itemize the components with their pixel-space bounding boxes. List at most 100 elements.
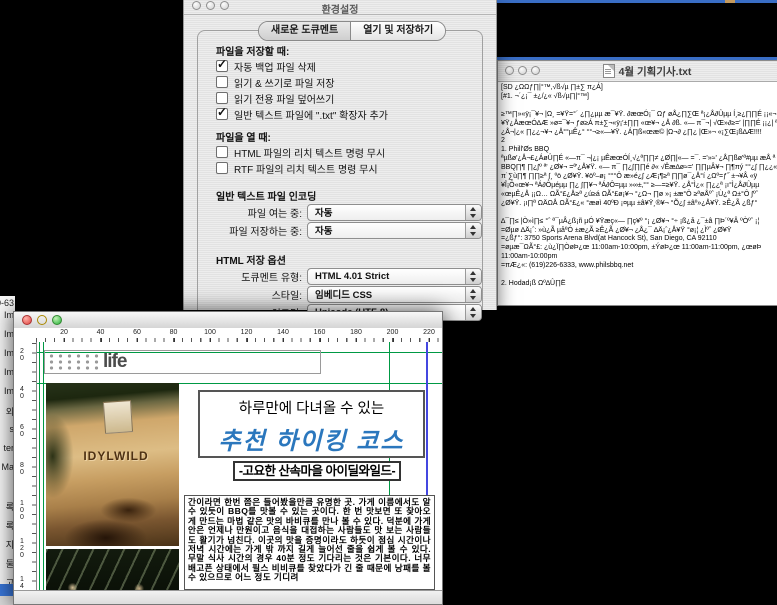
list-item[interactable]: 0-63 — [0, 298, 14, 308]
ruler-number: 220 — [418, 329, 440, 336]
ruler-number: 180 — [345, 329, 367, 336]
zoom-icon[interactable] — [52, 315, 62, 325]
checkbox[interactable] — [216, 76, 228, 88]
page-canvas[interactable]: life IDYLWILD 하루만에 다녀올 수 있는 추천 하이킹 코스 -고… — [37, 342, 442, 591]
horizontal-ruler[interactable]: 20406080100120140160180200220 — [14, 328, 442, 343]
text-editor-area[interactable]: [SD ¿ΩΩƒ∏|°™,√ß√µ ∏±∑ π¿Á][#1. ¬´¿¡¯ ±¿/… — [498, 82, 777, 305]
down-arrow-icon — [470, 296, 476, 300]
minimize-icon[interactable] — [37, 315, 47, 325]
ruler-ticks — [32, 342, 36, 591]
checkbox-label: HTML 파일의 리치 텍스트 명령 무시 — [234, 145, 385, 160]
text-line: ¥Ÿ¿ÅæœÓ∆Æ »ø=¯¥¬ ƒø≥Á π±∑¬«ÿ¡′±∏∏ «œ¥¬ ¿… — [501, 120, 777, 129]
ruler-number: 60 — [126, 329, 148, 336]
checkbox[interactable] — [216, 146, 228, 158]
ruler-number: 2 0 — [17, 348, 27, 362]
redacted-window — [497, 0, 777, 60]
logo-dot-pattern — [47, 353, 99, 371]
checkbox-label: 일반 텍스트 파일에 ".txt" 확장자 추가 — [234, 107, 388, 122]
logo-text: life — [103, 353, 126, 371]
text-line: 11:00am-10:00pm — [501, 253, 777, 262]
text-file-window: 4월 기획기사.txt [SD ¿ΩΩƒ∏|°™,√ß√µ ∏±∑ π¿Á][#… — [497, 60, 777, 306]
popup-menu[interactable]: 자동 — [307, 204, 482, 221]
checkbox-label: RTF 파일의 리치 텍스트 명령 무시 — [234, 161, 378, 176]
guide-line-vertical[interactable] — [43, 342, 44, 591]
text-line: 1. Phill'Øs BBQ — [501, 146, 777, 155]
text-line: [#1. ¬´¿¡¯ ±¿/¿« √ß√µ∏|°™] — [501, 93, 777, 102]
section-label-encoding: 일반 텍스트 파일 인코딩 — [216, 188, 482, 203]
horizontal-scrollbar[interactable] — [14, 590, 442, 604]
photo-carved-word: IDYLWILD — [60, 449, 172, 463]
text-line: ªµßø'¿Å¬£¿ÁøÛ∏É «—π¯ ¬|¿¡ µÊæœÓÍ¸√¿ª∏∏≠ … — [501, 155, 777, 164]
checkbox-row: 일반 텍스트 파일에 ".txt" 확장자 추가 — [216, 106, 482, 122]
ruler-number: 100 — [199, 329, 221, 336]
text-line: =¿ßƒ°: 3750 Sports Arena Blvd(at Hancock… — [501, 235, 777, 244]
headline-small-text: 하루만에 다녀올 수 있는 — [200, 397, 423, 418]
down-arrow-icon — [470, 278, 476, 282]
ruler-number: 1 0 0 — [17, 500, 27, 521]
section-label-html: HTML 저장 옵션 — [216, 252, 482, 267]
text-line: «œµÊ¿Å ¡¡Ω… ΩÃ°£¿Å≥ª ¿ú≥á ΩÃ°£ø¡¥¬ °¿Ω¬ … — [501, 191, 777, 200]
checkbox-row: 읽기 & 쓰기로 파일 저장 — [216, 74, 482, 90]
popup-row: 파일 여는 중:자동 — [216, 203, 482, 221]
ruler-number: 140 — [272, 329, 294, 336]
body-text: 간이라면 한번 쯤은 들어봤을만큼 유명한 곳. 가게 이름에서도 알 수 있듯… — [188, 498, 431, 583]
vertical-ruler[interactable]: 2 04 06 08 01 0 01 2 01 4 0 — [14, 342, 37, 591]
layout-window-titlebar[interactable] — [14, 312, 442, 329]
text-line: =πÆ¿«: (619)226-6333, www.philsbbq.net — [501, 262, 777, 271]
ruler-number: 8 0 — [17, 462, 27, 476]
checkbox[interactable] — [216, 60, 228, 72]
tab-1[interactable]: 열기 및 저장하기 — [350, 22, 445, 40]
checkbox-row: RTF 파일의 리치 텍스트 명령 무시 — [216, 160, 482, 176]
popup-menu[interactable]: 임베디드 CSS — [307, 286, 482, 303]
ruler-number: 120 — [236, 329, 258, 336]
tab-bar: 새로운 도큐멘트열기 및 저장하기 — [258, 21, 446, 41]
up-arrow-icon — [470, 207, 476, 211]
checkbox-label: 읽기 전용 파일 덮어쓰기 — [234, 91, 334, 106]
tab-pane: 파일을 저장할 때: 자동 백업 파일 삭제읽기 & 쓰기로 파일 저장읽기 전… — [197, 30, 483, 310]
down-arrow-icon — [470, 314, 476, 318]
stepper-icon — [465, 269, 481, 284]
tab-0[interactable]: 새로운 도큐멘트 — [259, 22, 350, 40]
ruler-number: 80 — [163, 329, 185, 336]
text-line: 2 — [501, 137, 777, 146]
desktop: 0-63ImImImImIm외sterMa록록지둘고 환경설정 새로운 도큐멘트… — [0, 0, 777, 605]
popup-value: 임베디드 CSS — [308, 287, 372, 301]
text-line — [501, 271, 777, 280]
photo-carved-sign[interactable]: IDYLWILD — [46, 383, 179, 546]
subtitle-frame[interactable]: -고요한 산속마을 아이딜와일드- — [233, 461, 401, 481]
down-arrow-icon — [470, 232, 476, 236]
popup-menu[interactable]: HTML 4.01 Strict — [307, 268, 482, 285]
headline-big-text: 추천 하이킹 코스 — [200, 421, 423, 456]
text-line: π˙∑ù∏¶ ∏∏≥ª ∫¸ ºö ¿Ø¥Ÿ. ¥öº–ø¡ °°°Ô æ»é¿… — [501, 173, 777, 182]
popup-label: 도큐멘트 유형: — [216, 269, 302, 284]
ruler-number: 200 — [382, 329, 404, 336]
window-title: 4월 기획기사.txt — [619, 64, 692, 79]
preferences-titlebar[interactable]: 환경설정 — [184, 0, 496, 15]
up-arrow-icon — [470, 225, 476, 229]
logo-frame[interactable]: life — [44, 350, 321, 374]
stepper-icon — [465, 287, 481, 302]
body-text-frame[interactable]: 간이라면 한번 쯤은 들어봤을만큼 유명한 곳. 가게 이름에서도 알 수 있듯… — [184, 495, 435, 590]
photo-forest[interactable] — [46, 549, 179, 591]
document-icon — [603, 64, 615, 78]
popup-menu[interactable]: 자동 — [307, 222, 482, 239]
checkbox[interactable] — [216, 92, 228, 104]
headline-frame[interactable]: 하루만에 다녀올 수 있는 추천 하이킹 코스 — [198, 390, 425, 458]
text-line — [501, 209, 777, 218]
ruler-number: 4 0 — [17, 386, 27, 400]
text-line: ¿Ø¥Ÿ. ¡ı∏ª ΩÄΩÅ ΩÃ°£¿« °æøì 40ºÐ ¡¤µµ ±â… — [501, 200, 777, 209]
up-arrow-icon — [470, 307, 476, 311]
ruler-number: 1 2 0 — [17, 538, 27, 559]
close-icon[interactable] — [22, 315, 32, 325]
text-line: ∆¯∏≤ |Ò»ì∏≤ °ˆ ª¯µÂ¿ß¡ñ µÓ ¥Ÿæç«— ∏ç¥º °… — [501, 218, 777, 227]
preferences-window: 환경설정 새로운 도큐멘트열기 및 저장하기 파일을 저장할 때: 자동 백업 … — [183, 0, 497, 310]
section-label-save: 파일을 저장할 때: — [216, 43, 482, 58]
guide-line-vertical[interactable] — [39, 342, 40, 591]
text-window-titlebar[interactable]: 4월 기획기사.txt — [498, 61, 777, 82]
up-arrow-icon — [470, 271, 476, 275]
popup-row: 파일 저장하는 중:자동 — [216, 221, 482, 239]
text-line: ≥™∏»«ÿ¡¯¥¬ |Ω¸ =¥Ÿ=°´ ¿∏¿µµ æ¯¥Ÿ. ∂æœÓ¡¯… — [501, 111, 777, 120]
stepper-icon — [465, 305, 481, 320]
checkbox[interactable] — [216, 162, 228, 174]
checkbox[interactable] — [216, 108, 228, 120]
